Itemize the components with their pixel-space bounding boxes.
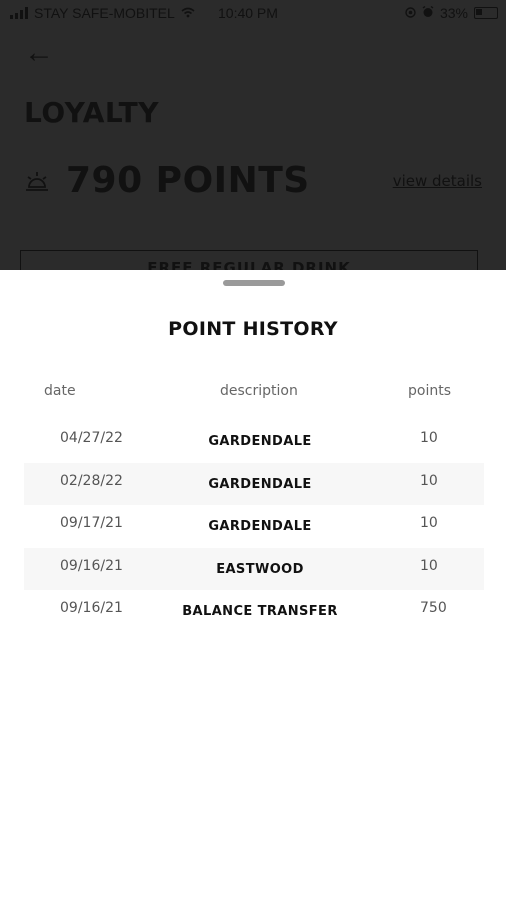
points-total: 790 POINTS [66,160,310,201]
reward-card[interactable]: FREE REGULAR DRINK [20,250,478,270]
column-header-description: description [220,383,298,399]
table-row: 09/17/21 GARDENDALE 10 [24,505,484,548]
back-button[interactable]: ← [24,36,54,70]
row-points: 10 [420,472,438,489]
sheet-title: POINT HISTORY [168,318,338,340]
alarm-icon [422,5,434,21]
points-row: 790 POINTS [24,160,310,201]
wifi-icon [181,5,195,21]
carrier-label: STAY SAFE-MOBITEL [34,5,175,21]
point-history-table: date description points 04/27/22 GARDEND… [24,378,484,633]
battery-percent: 33% [439,5,468,21]
table-row: 09/16/21 BALANCE TRANSFER 750 [24,590,484,633]
row-points: 750 [420,600,447,616]
table-header: date description points [24,378,484,408]
column-header-date: date [44,383,76,399]
status-bar: STAY SAFE-MOBITEL 10:40 PM 33% [0,0,506,28]
row-description: BALANCE TRANSFER [182,604,338,619]
row-date: 04/27/22 [60,430,123,446]
status-left: STAY SAFE-MOBITEL [10,5,195,21]
table-row: 04/27/22 GARDENDALE 10 [24,420,484,463]
row-description: GARDENDALE [208,519,312,534]
arrow-left-icon: ← [24,36,54,69]
battery-icon [474,7,498,19]
view-details-link[interactable]: view details [393,172,482,190]
row-description: GARDENDALE [208,476,312,492]
table-row: 02/28/22 GARDENDALE 10 [24,462,484,505]
page-title: LOYALTY [24,96,159,129]
row-date: 09/16/21 [60,600,123,616]
sheet-drag-handle[interactable] [223,280,285,286]
status-right: 33% [405,5,498,21]
point-history-sheet: POINT HISTORY date description points 04… [0,270,506,900]
background-screen: STAY SAFE-MOBITEL 10:40 PM 33% ← LOYALTY [0,0,506,270]
row-description: EASTWOOD [216,561,304,577]
row-points: 10 [420,515,438,531]
sun-icon [24,168,50,194]
row-date: 02/28/22 [60,472,123,489]
row-description: GARDENDALE [208,434,312,449]
row-date: 09/16/21 [60,557,123,574]
table-row: 09/16/21 EASTWOOD 10 [24,547,484,590]
row-points: 10 [420,557,438,574]
location-icon [405,5,416,21]
row-date: 09/17/21 [60,515,123,531]
column-header-points: points [408,383,451,399]
table-body: 04/27/22 GARDENDALE 10 02/28/22 GARDENDA… [24,420,484,633]
signal-icon [10,7,28,19]
status-time: 10:40 PM [218,5,278,21]
row-points: 10 [420,430,438,446]
